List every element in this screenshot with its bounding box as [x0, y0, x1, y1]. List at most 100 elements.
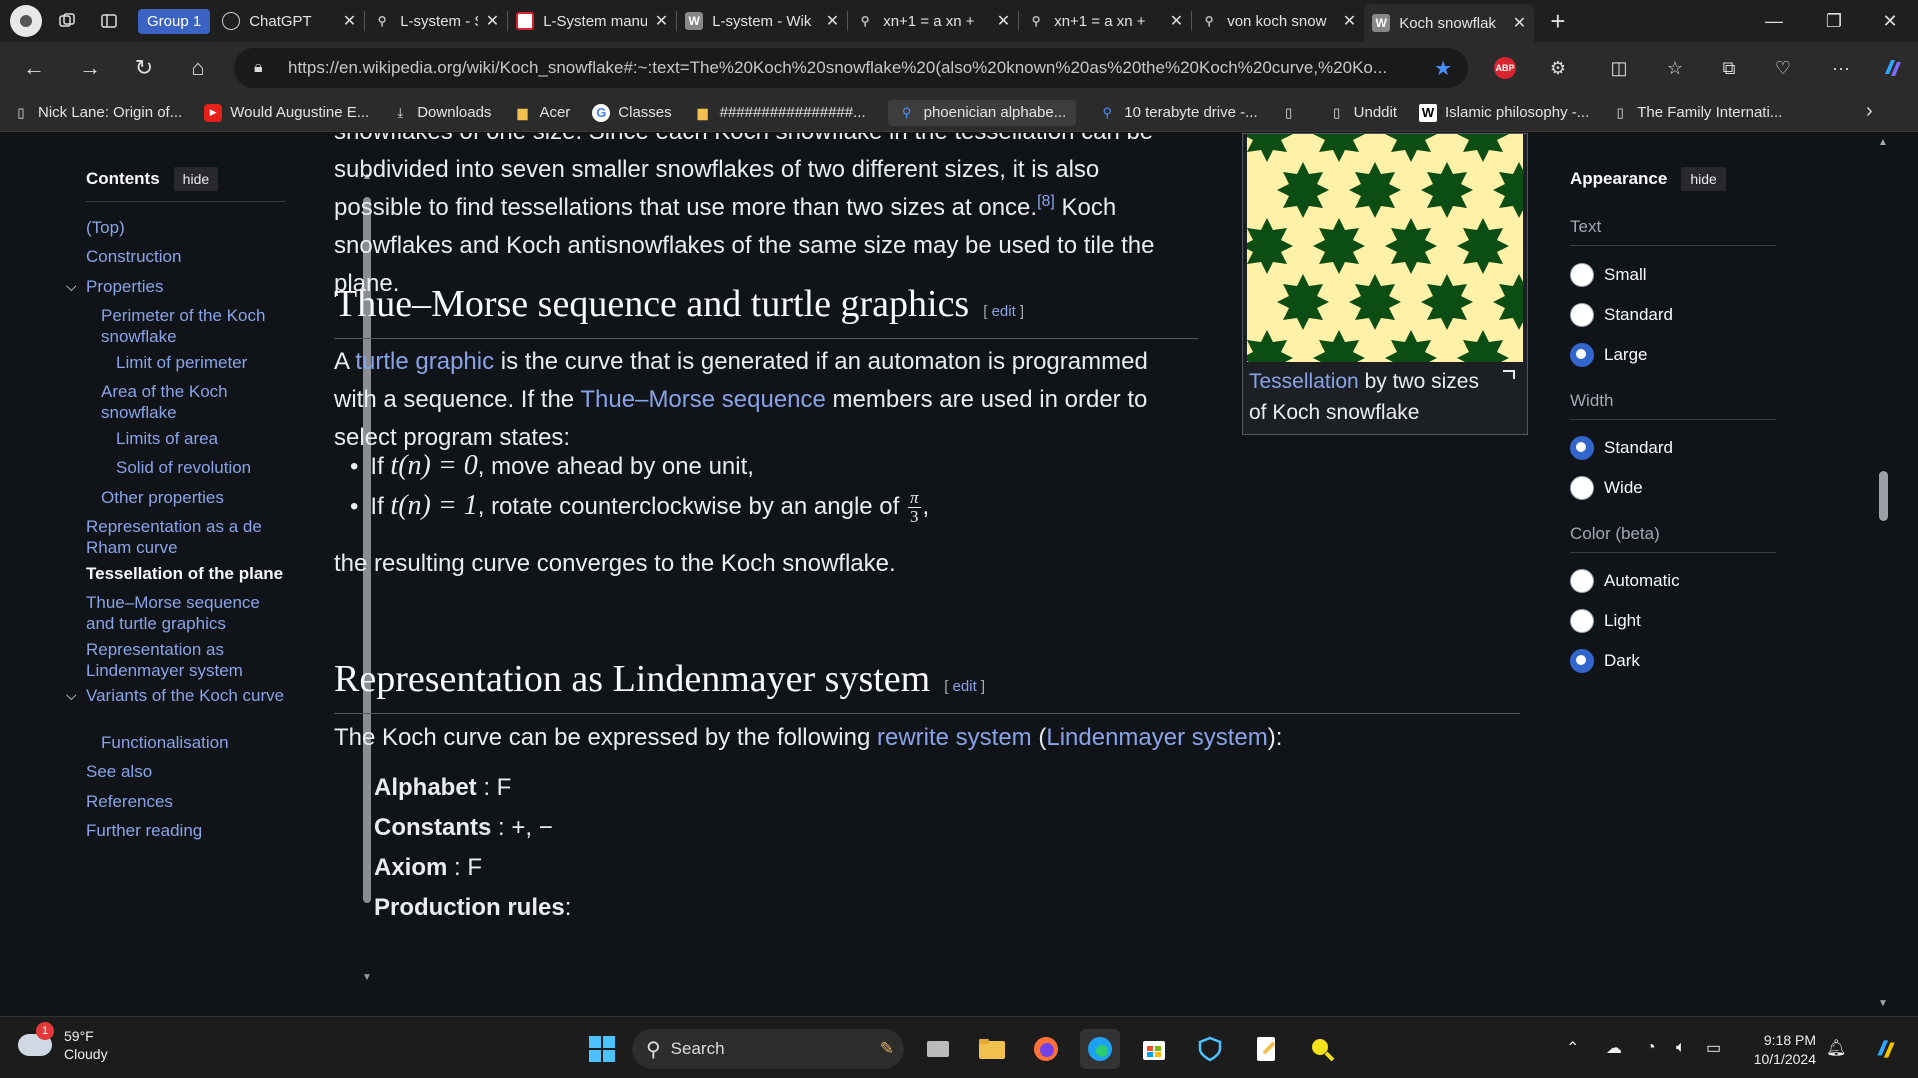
onedrive-icon[interactable]: ☁	[1606, 1017, 1622, 1078]
workspaces-icon[interactable]	[50, 4, 84, 38]
favorite-star-icon[interactable]: ★	[1434, 56, 1452, 81]
tab-recurrence-1[interactable]: ⚲ xn+1 = a xn + ✕	[848, 4, 1018, 38]
bookmark-item[interactable]: ▆ ################...	[694, 104, 866, 122]
start-button[interactable]	[582, 1029, 622, 1069]
profile-avatar[interactable]	[10, 5, 42, 37]
text-size-standard-option[interactable]: Standard	[1570, 303, 1673, 327]
bookmark-item[interactable]: ▯ Unddit	[1328, 104, 1397, 122]
text-size-small-option[interactable]: Small	[1570, 263, 1647, 287]
radio-button[interactable]	[1570, 569, 1594, 593]
volume-icon[interactable]: 🔈︎	[1676, 1017, 1686, 1078]
defender-icon[interactable]	[1190, 1029, 1230, 1069]
close-icon[interactable]: ✕	[997, 11, 1010, 31]
wifi-icon[interactable]: ◔	[1646, 1017, 1656, 1078]
toc-item-further-reading[interactable]: Further reading	[86, 820, 286, 841]
radio-button-checked[interactable]	[1570, 436, 1594, 460]
store-icon[interactable]	[1134, 1029, 1174, 1069]
bookmark-item[interactable]: ▯ Nick Lane: Origin of...	[12, 104, 182, 122]
color-automatic-option[interactable]: Automatic	[1570, 569, 1680, 593]
toc-item-solid-revolution[interactable]: Solid of revolution	[116, 457, 316, 478]
reload-button[interactable]: ↻	[122, 46, 166, 90]
close-window-button[interactable]: ✕	[1862, 0, 1918, 42]
radio-button[interactable]	[1570, 609, 1594, 633]
search-tool-icon[interactable]	[1302, 1029, 1342, 1069]
turtle-graphic-link[interactable]: turtle graphic	[355, 348, 494, 375]
chevron-down-icon[interactable]: ⌵	[66, 685, 77, 706]
radio-button[interactable]	[1570, 263, 1594, 287]
lindenmayer-system-link[interactable]: Lindenmayer system	[1046, 724, 1267, 751]
radio-button[interactable]	[1570, 303, 1594, 327]
rewrite-system-link[interactable]: rewrite system	[877, 724, 1032, 751]
close-icon[interactable]: ✕	[826, 11, 839, 31]
system-clock[interactable]: 9:18 PM 10/1/2024	[1740, 1031, 1816, 1069]
restore-button[interactable]: ❐	[1806, 0, 1862, 42]
toc-item-limit-perimeter[interactable]: Limit of perimeter	[116, 352, 316, 373]
tab-group-chip[interactable]: Group 1	[138, 8, 211, 34]
toc-item-tessellation[interactable]: Tessellation of the plane	[86, 563, 286, 584]
thue-morse-link[interactable]: Thue–Morse sequence	[580, 386, 825, 413]
address-bar[interactable]: 🔒︎ https://en.wikipedia.org/wiki/Koch_sn…	[234, 48, 1468, 88]
toc-item-de-rham[interactable]: Representation as a de Rham curve	[86, 516, 286, 558]
home-button[interactable]: ⌂	[176, 46, 220, 90]
minimize-button[interactable]: —	[1746, 0, 1802, 42]
back-button[interactable]: ←	[12, 46, 56, 90]
close-icon[interactable]: ✕	[1170, 11, 1183, 31]
toc-item-see-also[interactable]: See also	[86, 761, 286, 782]
toc-item-construction[interactable]: Construction	[86, 246, 286, 267]
tessellation-link[interactable]: Tessellation	[1249, 370, 1359, 393]
toc-item-top[interactable]: (Top)	[86, 217, 286, 238]
forward-button[interactable]: →	[68, 46, 112, 90]
toc-item-lindenmayer[interactable]: Representation as Lindenmayer system	[86, 639, 286, 681]
show-hidden-icons[interactable]: ⌃	[1566, 1017, 1579, 1078]
chevron-down-icon[interactable]: ⌵	[66, 276, 77, 297]
toc-hide-button[interactable]: hide	[173, 167, 219, 191]
color-light-option[interactable]: Light	[1570, 609, 1641, 633]
collections-icon[interactable]: ⧉	[1712, 51, 1746, 85]
tab-lsystem-manual[interactable]: L-System manu ✕	[508, 4, 676, 38]
bookmark-item[interactable]: G Classes	[592, 103, 672, 122]
tab-von-koch-search[interactable]: ⚲ von koch snow ✕	[1192, 4, 1364, 38]
text-size-large-option[interactable]: Large	[1570, 343, 1647, 367]
chevron-right-icon[interactable]: ›	[1866, 100, 1873, 123]
split-screen-icon[interactable]: ◫	[1602, 51, 1636, 85]
bookmark-item[interactable]: ⚲ phoenician alphabe...	[887, 99, 1077, 126]
page-scrollbar[interactable]: ▲ ▼	[1876, 133, 1890, 1013]
edge-icon[interactable]	[1080, 1029, 1120, 1069]
close-icon[interactable]: ✕	[1513, 13, 1526, 33]
tab-chatgpt[interactable]: ChatGPT ✕	[214, 4, 364, 38]
edit-section-link[interactable]: [ edit ]	[983, 303, 1024, 320]
tab-lsystem-wiki[interactable]: W L-system - Wik ✕	[677, 4, 847, 38]
tab-lsystem-search[interactable]: ⚲ L-system - Sea ✕	[365, 4, 507, 38]
bookmark-item[interactable]: ⚲ 10 terabyte drive -...	[1098, 104, 1257, 122]
color-dark-option[interactable]: Dark	[1570, 649, 1640, 673]
tab-koch-snowflake[interactable]: W Koch snowflak ✕	[1364, 4, 1535, 42]
scroll-up-arrow[interactable]: ▲	[1876, 137, 1890, 148]
tessellation-image[interactable]	[1247, 134, 1523, 362]
citation-link[interactable]: [8]	[1037, 193, 1055, 210]
toc-item-area[interactable]: Area of the Koch snowflake	[101, 381, 301, 423]
bookmark-item[interactable]: ⤓ Downloads	[391, 104, 491, 122]
toc-item-functionalisation[interactable]: Functionalisation	[101, 732, 301, 753]
width-standard-option[interactable]: Standard	[1570, 436, 1673, 460]
copilot-icon[interactable]	[1876, 51, 1910, 85]
task-view-icon[interactable]	[918, 1029, 958, 1069]
width-wide-option[interactable]: Wide	[1570, 476, 1643, 500]
page-scroll-thumb[interactable]	[1879, 471, 1888, 521]
bookmark-item[interactable]: ▯	[1280, 104, 1306, 122]
toc-item-properties[interactable]: ⌵ Properties	[66, 276, 286, 297]
appearance-hide-button[interactable]: hide	[1681, 167, 1726, 191]
tab-recurrence-2[interactable]: ⚲ xn+1 = a xn + ✕	[1019, 4, 1191, 38]
radio-button-checked[interactable]	[1570, 343, 1594, 367]
lock-icon[interactable]: 🔒︎	[254, 59, 278, 77]
scroll-down-arrow[interactable]: ▼	[1876, 998, 1890, 1009]
vertical-tabs-icon[interactable]	[92, 4, 126, 38]
bookmark-item[interactable]: ▯ The Family Internati...	[1611, 104, 1783, 122]
weather-widget[interactable]: 1 59°F Cloudy	[18, 1022, 108, 1063]
close-icon[interactable]: ✕	[343, 11, 356, 31]
more-menu-icon[interactable]: ···	[1824, 51, 1858, 85]
close-icon[interactable]: ✕	[1343, 11, 1356, 31]
edit-section-link[interactable]: [ edit ]	[944, 678, 985, 695]
toc-item-perimeter[interactable]: Perimeter of the Koch snowflake	[101, 305, 301, 347]
close-icon[interactable]: ✕	[655, 11, 668, 31]
copilot-taskbar-icon[interactable]	[1866, 1029, 1906, 1069]
